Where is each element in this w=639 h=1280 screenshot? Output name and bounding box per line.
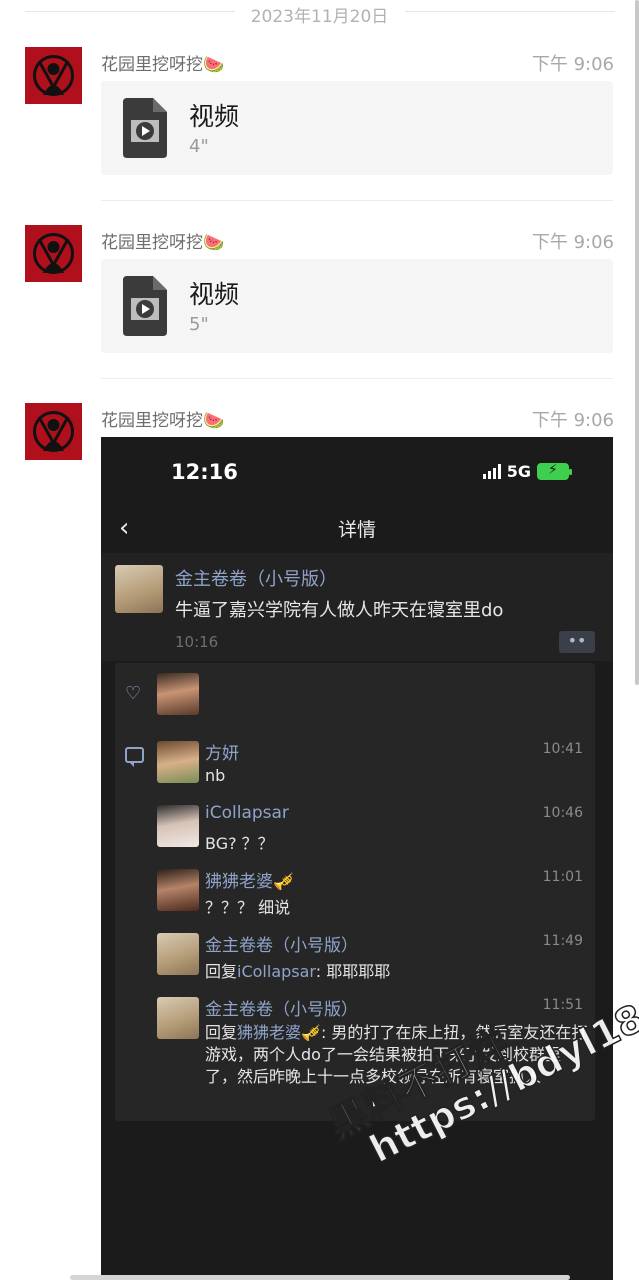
battery-charging-icon: ⚡ — [537, 462, 572, 480]
comment-time: 10:41 — [542, 741, 583, 757]
post-author[interactable]: 金主卷卷（小号版） — [175, 565, 337, 591]
nav-bar: ‹ 详情 — [101, 507, 613, 553]
comment-author[interactable]: 金主卷卷（小号版） — [205, 995, 358, 1020]
comment-item[interactable]: 金主卷卷（小号版） 11:49 回复iCollapsar: 耶耶耶耶 — [157, 931, 587, 991]
divider — [101, 378, 613, 379]
comment-time: 11:01 — [542, 869, 583, 885]
sender-name: 花园里挖呀挖🍉 — [101, 233, 225, 253]
card-title: 视频 — [189, 280, 240, 309]
reply-prefix: 回复 — [205, 1023, 238, 1042]
avatar[interactable] — [157, 741, 199, 783]
video-duration: 4" — [189, 136, 209, 157]
divider-right — [405, 11, 615, 12]
reply-target[interactable]: 狒狒老婆🎺 — [237, 1023, 321, 1042]
video-card[interactable]: 视频 5" — [101, 259, 613, 353]
video-file-icon — [123, 276, 167, 336]
heart-icon: ♡ — [125, 683, 142, 704]
video-file-icon — [123, 98, 167, 158]
avatar[interactable] — [157, 869, 199, 911]
comment-text: 回复iCollapsar: 耶耶耶耶 — [205, 958, 390, 982]
comment-text: 回复狒狒老婆🎺: 男的打了在床上扭，然后室友还在打游戏，两个人do了一会结果被拍… — [205, 1022, 591, 1088]
comment-time: 11:51 — [542, 997, 583, 1013]
comment-time: 10:46 — [542, 805, 583, 821]
chat-message: 花园里挖呀挖🍉 下午 9:06 视频 5" — [0, 225, 639, 355]
comment-item[interactable]: 金主卷卷（小号版） 11:51 回复狒狒老婆🎺: 男的打了在床上扭，然后室友还在… — [157, 995, 587, 1115]
comment-text: BG? ？？ — [205, 834, 274, 853]
divider — [101, 200, 613, 201]
message-time: 下午 9:06 — [531, 232, 614, 253]
post-text: 牛逼了嘉兴学院有人做人昨天在寝室里do — [175, 600, 504, 621]
scrollbar[interactable] — [635, 0, 639, 685]
reply-body: : 耶耶耶耶 — [315, 962, 391, 981]
date-separator: 2023年11月20日 — [0, 0, 639, 28]
comment-time: 11:49 — [542, 933, 583, 949]
comment-author[interactable]: iCollapsar — [205, 803, 289, 823]
sender-name: 花园里挖呀挖🍉 — [101, 411, 225, 431]
comment-author[interactable]: 金主卷卷（小号版） — [205, 931, 358, 956]
avatar[interactable] — [157, 805, 199, 847]
signal-icon — [482, 463, 501, 479]
comment-author[interactable]: 狒狒老婆🎺 — [205, 867, 294, 892]
status-icons: 5G ⚡ — [482, 461, 572, 481]
comment-text: ？？？ 细说 — [205, 898, 291, 917]
interactions-panel: ♡ 方妍 10:41 nb iCollapsar 10:46 BG? ？？ 狒狒… — [115, 663, 595, 1121]
comment-item[interactable]: 狒狒老婆🎺 11:01 ？？？ 细说 — [157, 867, 587, 927]
moment-post: 金主卷卷（小号版） 牛逼了嘉兴学院有人做人昨天在寝室里do 10:16 •• — [101, 553, 613, 661]
avatar[interactable] — [157, 933, 199, 975]
post-time: 10:16 — [175, 633, 219, 651]
date-label: 2023年11月20日 — [250, 7, 389, 27]
chat-message: 花园里挖呀挖🍉 下午 9:06 视频 4" — [0, 47, 639, 177]
comment-item[interactable]: iCollapsar 10:46 BG? ？？ — [157, 803, 587, 863]
video-card[interactable]: 视频 4" — [101, 81, 613, 175]
status-time: 12:16 — [171, 460, 238, 484]
message-time: 下午 9:06 — [531, 54, 614, 75]
comment-icon — [125, 747, 144, 767]
card-title: 视频 — [189, 102, 240, 131]
more-button[interactable]: •• — [559, 631, 595, 653]
avatar[interactable] — [25, 225, 82, 282]
avatar[interactable] — [25, 47, 82, 104]
avatar[interactable] — [25, 403, 82, 460]
like-avatar[interactable] — [157, 673, 199, 715]
avatar[interactable] — [157, 997, 199, 1039]
video-duration: 5" — [189, 314, 209, 335]
image-message[interactable]: 12:16 5G ⚡ ‹ 详情 金主卷卷（小号版） 牛逼了嘉兴学院有人做人昨天在… — [101, 437, 613, 1280]
comment-text: nb — [205, 766, 226, 785]
home-indicator — [70, 1275, 570, 1280]
avatar[interactable] — [115, 565, 163, 613]
sender-name: 花园里挖呀挖🍉 — [101, 55, 225, 75]
comment-item[interactable]: 方妍 10:41 nb — [157, 739, 587, 799]
comment-author[interactable]: 方妍 — [205, 739, 239, 764]
message-time: 下午 9:06 — [531, 410, 614, 431]
nav-title: 详情 — [337, 519, 376, 541]
network-label: 5G — [506, 461, 531, 481]
reply-prefix: 回复 — [205, 962, 238, 981]
reply-target[interactable]: iCollapsar — [237, 962, 316, 981]
